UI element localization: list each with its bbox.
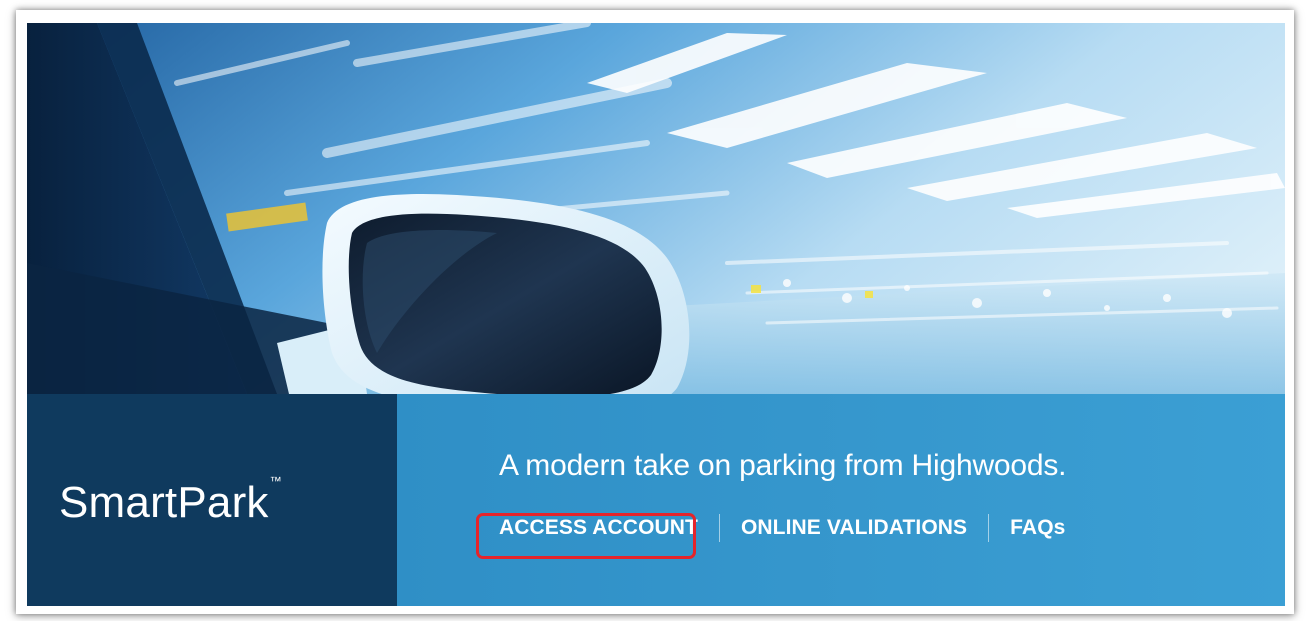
nav-divider: [718, 514, 720, 542]
brand-name-text: SmartPark: [59, 478, 269, 527]
hero-tagline: A modern take on parking from Highwoods.: [499, 449, 1067, 482]
brand-panel: SmartPark™: [27, 394, 397, 606]
trademark-mark: ™: [269, 474, 282, 488]
nav-link-access-account[interactable]: ACCESS ACCOUNT: [499, 516, 698, 540]
nav-link-online-validations[interactable]: ONLINE VALIDATIONS: [741, 516, 967, 540]
nav-divider: [988, 514, 990, 542]
info-panel: A modern take on parking from Highwoods.…: [397, 394, 1285, 606]
nav-link-faqs[interactable]: FAQs: [1010, 516, 1065, 540]
hero-banner: SmartPark™ A modern take on parking from…: [27, 23, 1285, 606]
hero-nav: ACCESS ACCOUNT ONLINE VALIDATIONS FAQs: [499, 508, 1065, 548]
brand-logo[interactable]: SmartPark™: [59, 474, 282, 528]
screenshot-frame: SmartPark™ A modern take on parking from…: [16, 10, 1294, 614]
